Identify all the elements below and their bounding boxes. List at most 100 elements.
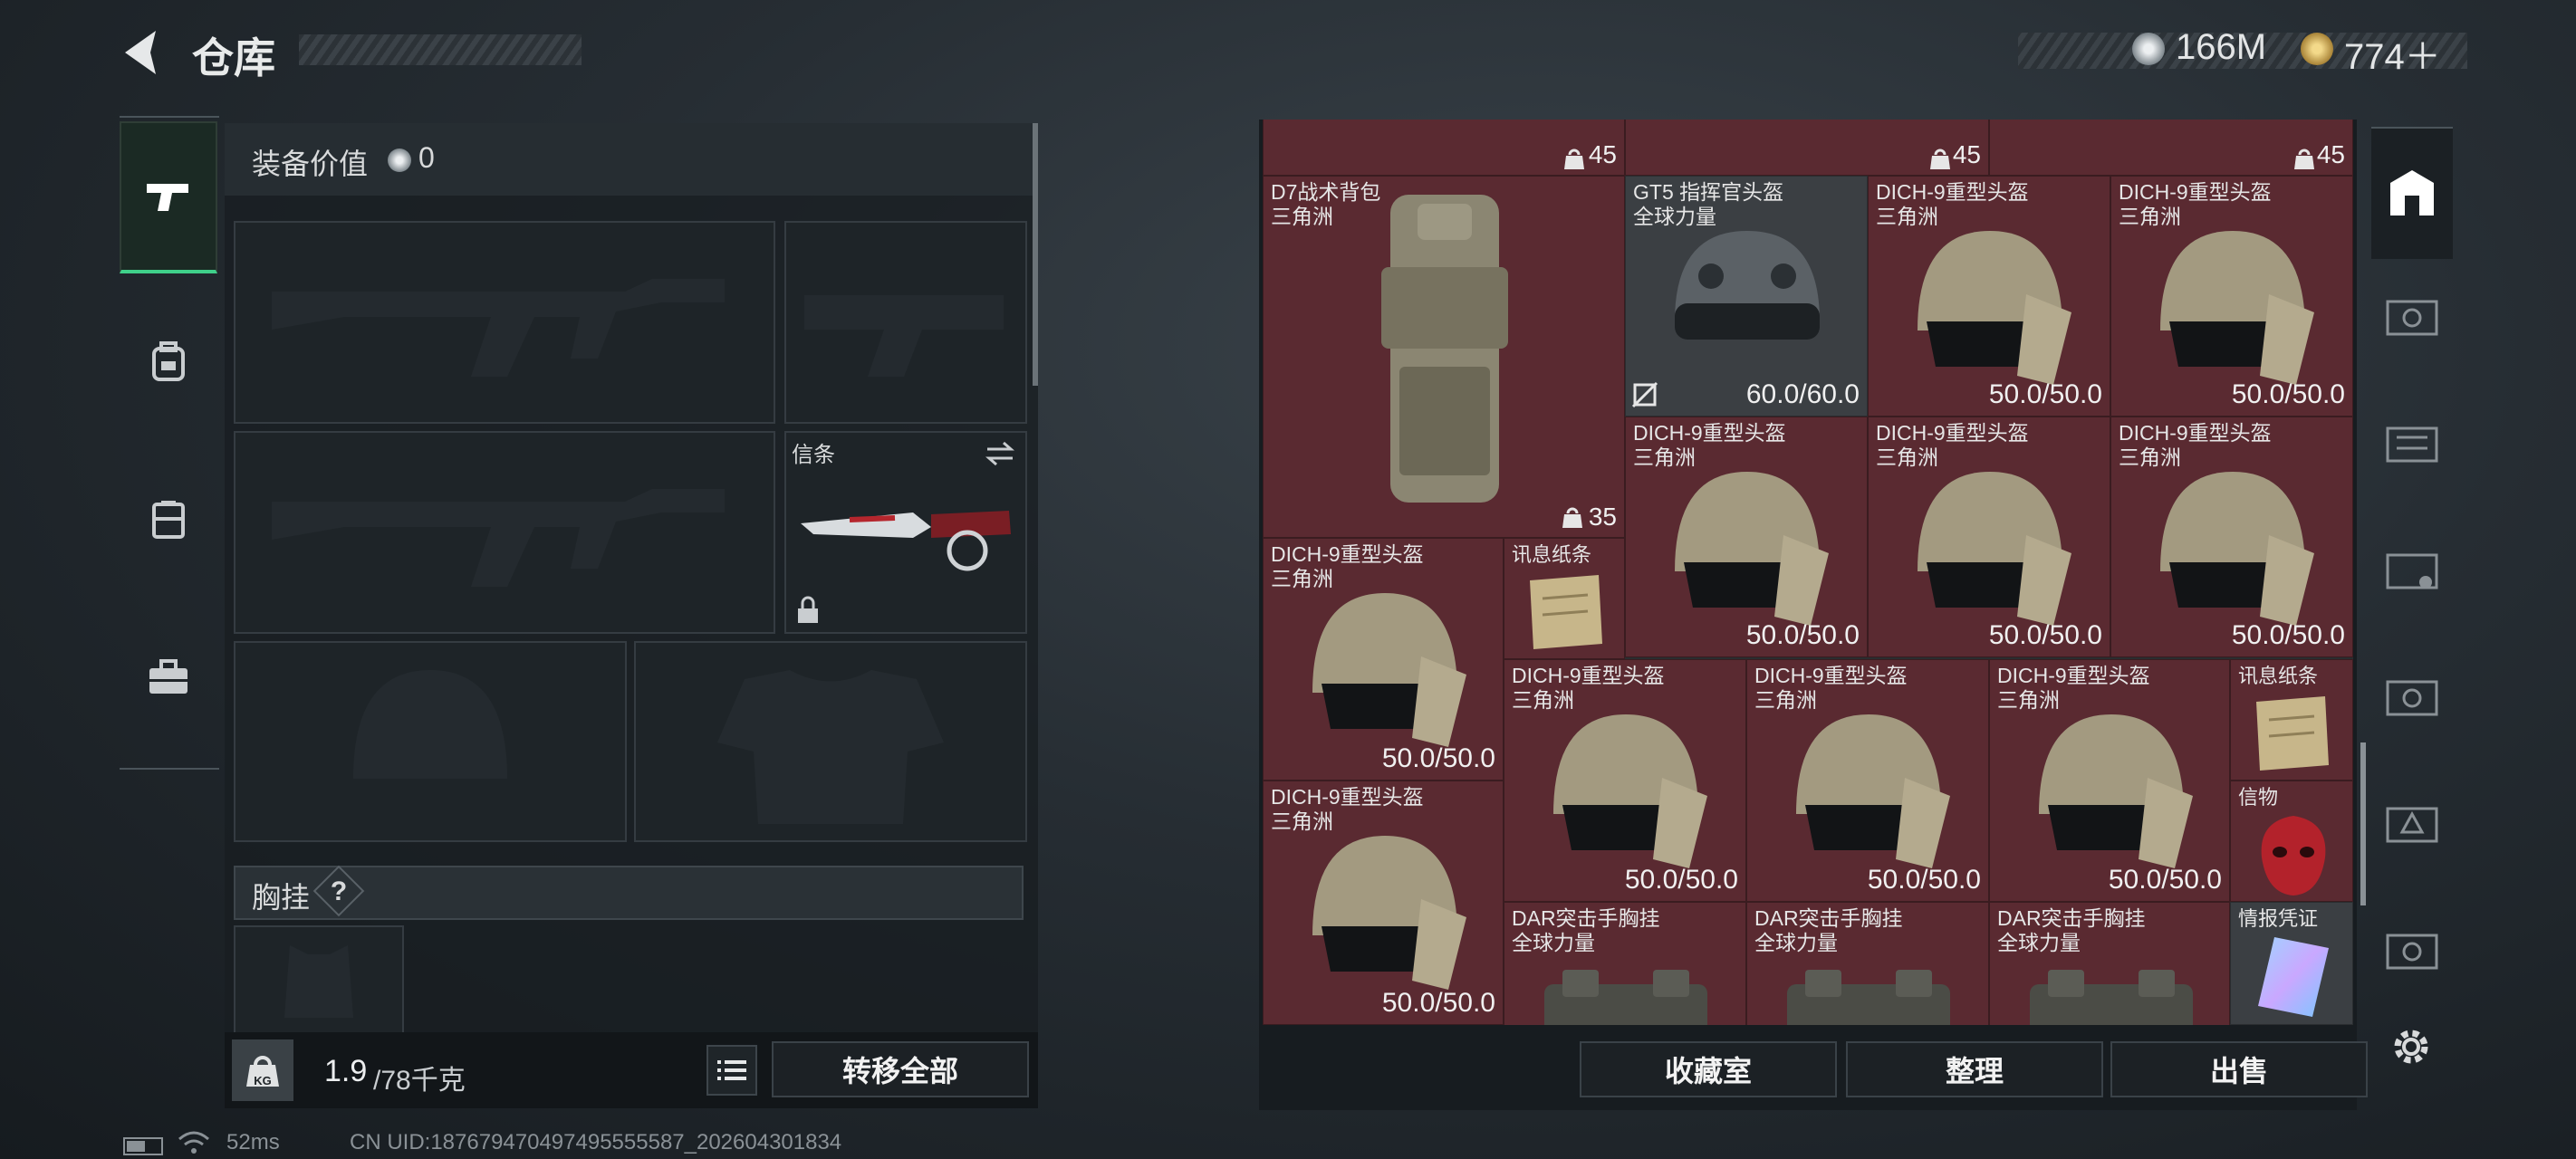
swap-icon[interactable] (984, 440, 1016, 467)
gold-coin-icon (2301, 33, 2333, 65)
inventory-item-intel[interactable]: 情报凭证 (2230, 902, 2353, 1025)
intel-card-icon (2258, 937, 2329, 1017)
currency-gold[interactable]: 774＋ (2344, 27, 2441, 80)
item-durability: 50.0/50.0 (1745, 620, 1860, 650)
item-name: DAR突击手胸挂 全球力量 (1512, 906, 1660, 954)
heavy-helmet-icon (1675, 472, 1829, 626)
inventory-item-rig[interactable]: DAR突击手胸挂 全球力量 (1989, 902, 2230, 1025)
item-name: 讯息纸条 (1512, 543, 1592, 566)
weight-icon (2294, 148, 2314, 169)
tab-storage-main[interactable] (2373, 159, 2451, 228)
uid-text: CN UID:187679470497495555587_20260430183… (350, 1130, 842, 1154)
tab-weapons[interactable] (120, 121, 217, 273)
item-durability: 50.0/50.0 (1381, 743, 1495, 773)
red-mask-icon (2261, 816, 2326, 896)
melee-slot-label: 信条 (792, 443, 835, 467)
rig-silhouette-icon (284, 945, 353, 1018)
inventory-item-helmet[interactable]: DICH-9重型头盔 三角洲 50.0/50.0 (1989, 659, 2230, 902)
melee-slot[interactable]: 信条 (784, 431, 1027, 634)
inventory-item-rig[interactable]: DAR突击手胸挂 全球力量 (1746, 902, 1989, 1025)
tab-case[interactable] (120, 634, 217, 721)
gear-icon (2394, 1030, 2428, 1064)
storage-box-icon (2386, 934, 2438, 970)
sort-button[interactable]: 整理 (1846, 1041, 2103, 1097)
paper-note-icon (1530, 575, 1602, 649)
backpack-item-icon (1381, 195, 1508, 503)
panel-scrollbar[interactable] (1033, 123, 1038, 386)
sell-button[interactable]: 出售 (2110, 1041, 2368, 1097)
wifi-icon (178, 1131, 209, 1154)
inventory-item-helmet[interactable]: DICH-9重型头盔 三角洲 50.0/50.0 (2110, 417, 2353, 657)
tab-armor[interactable] (120, 319, 217, 406)
inventory-item-helmet[interactable]: DICH-9重型头盔 三角洲 50.0/50.0 (1263, 781, 1504, 1025)
tab-rig[interactable] (120, 476, 217, 563)
weight-icon (1930, 148, 1950, 169)
helmet-slot[interactable] (234, 641, 627, 842)
tab-storage-2[interactable] (2373, 283, 2451, 351)
item-name: 讯息纸条 (2238, 665, 2319, 687)
inventory-item[interactable]: 45 (1263, 120, 1625, 176)
inventory-item-note[interactable]: 讯息纸条 (1504, 538, 1625, 659)
heavy-helmet-icon (1918, 231, 2071, 385)
tactical-helmet-icon (1675, 231, 1820, 340)
transfer-all-button[interactable]: 转移全部 (772, 1041, 1029, 1097)
pistol-icon (147, 184, 188, 211)
inventory-item-helmet[interactable]: DICH-9重型头盔 三角洲 50.0/50.0 (1868, 417, 2110, 657)
item-name: 信物 (2238, 786, 2279, 809)
tab-storage-3[interactable] (2373, 409, 2451, 478)
list-view-button[interactable] (706, 1045, 757, 1096)
tab-storage-7[interactable] (2373, 916, 2451, 985)
storage-box-icon (2386, 553, 2438, 589)
chest-rig-help: ? (330, 876, 348, 906)
body-armor-slot[interactable] (634, 641, 1027, 842)
ping-text: 52ms (226, 1130, 280, 1154)
inventory-item-helmet[interactable]: DICH-9重型头盔 三角洲 50.0/50.0 (2110, 176, 2353, 417)
item-durability: 50.0/50.0 (1988, 379, 2102, 409)
inventory-scrollbar[interactable] (2360, 742, 2366, 905)
tab-storage-6[interactable] (2373, 790, 2451, 858)
heavy-helmet-icon (1553, 714, 1707, 868)
inventory-item[interactable]: 45 (1989, 120, 2353, 176)
silver-coin-icon (388, 148, 411, 172)
weight-icon-box (232, 1039, 293, 1101)
item-name: 情报凭证 (2238, 907, 2319, 930)
rifle-silhouette-icon (272, 489, 725, 587)
secondary-weapon-slot[interactable] (234, 431, 775, 634)
chest-rig-icon (1544, 970, 1707, 1025)
inventory-item-helmet[interactable]: DICH-9重型头盔 三角洲 50.0/50.0 (1263, 538, 1504, 781)
item-durability: 50.0/50.0 (1624, 865, 1738, 895)
inventory-item-backpack[interactable]: D7战术背包 三角洲 35 (1263, 176, 1625, 538)
chest-rig-slot[interactable] (234, 925, 404, 1036)
chest-rig-label: 胸挂 (252, 881, 311, 914)
back-button[interactable] (120, 27, 165, 78)
inventory-item[interactable]: 45 (1625, 120, 1989, 176)
inventory-item-rig[interactable]: DAR突击手胸挂 全球力量 (1504, 902, 1746, 1025)
sidearm-slot[interactable] (784, 221, 1027, 424)
inventory-item-helmet[interactable]: DICH-9重型头盔 三角洲 50.0/50.0 (1746, 659, 1989, 902)
primary-weapon-slot[interactable] (234, 221, 775, 424)
inventory-item-helmet[interactable]: DICH-9重型头盔 三角洲 50.0/50.0 (1868, 176, 2110, 417)
inventory-item-token[interactable]: 信物 (2230, 781, 2353, 902)
inventory-item-helmet[interactable]: DICH-9重型头盔 三角洲 50.0/50.0 (1625, 417, 1868, 657)
inventory-item-helmet[interactable]: GT5 指挥官头盔 全球力量 60.0/60.0 (1625, 176, 1868, 417)
collection-button[interactable]: 收藏室 (1580, 1041, 1837, 1097)
vest-icon (152, 501, 185, 539)
lock-icon (798, 596, 818, 623)
heavy-helmet-icon (2160, 231, 2314, 385)
inventory-item-helmet[interactable]: DICH-9重型头盔 三角洲 50.0/50.0 (1504, 659, 1746, 902)
page-title: 仓库 (192, 34, 275, 81)
rifle-silhouette-icon (272, 279, 725, 377)
tab-storage-4[interactable] (2373, 536, 2451, 605)
inventory-grid: 45 45 45 D7战术背包 三角洲 35 GT5 指挥官头盔 全球力量 60… (1263, 120, 2353, 1025)
item-durability: 60.0/60.0 (1745, 379, 1860, 409)
settings-button[interactable] (2388, 1023, 2435, 1070)
currency-silver: 166M (2176, 27, 2267, 67)
briefcase-icon (149, 659, 187, 694)
inventory-item-note[interactable]: 讯息纸条 (2230, 659, 2353, 781)
helmet-silhouette-icon (353, 670, 507, 779)
tab-storage-5[interactable] (2373, 663, 2451, 732)
heavy-helmet-icon (1796, 714, 1950, 868)
armor-silhouette-icon (717, 670, 944, 824)
title-decor (299, 34, 582, 65)
item-name: DAR突击手胸挂 全球力量 (1997, 906, 2146, 954)
